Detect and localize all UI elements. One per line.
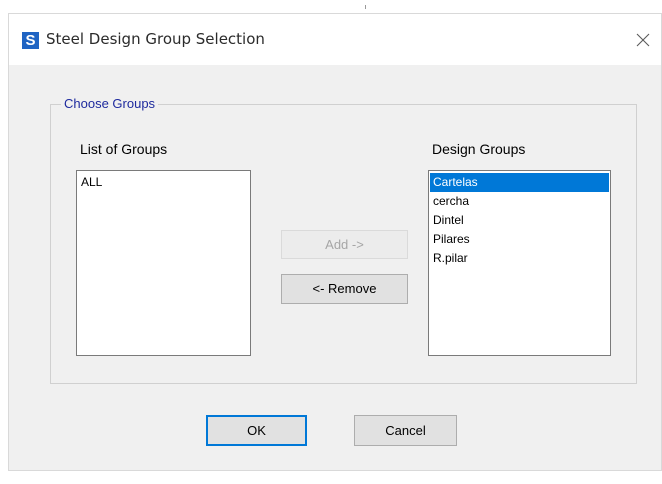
list-item-selected[interactable]: Cartelas (430, 173, 609, 192)
title-bar[interactable]: S Steel Design Group Selection (9, 14, 661, 65)
list-item[interactable]: Pilares (430, 230, 609, 249)
dialog-title: Steel Design Group Selection (46, 30, 265, 48)
background-divider (365, 5, 366, 9)
design-groups-listbox[interactable]: Cartelas cercha Dintel Pilares R.pilar (428, 170, 611, 356)
app-icon: S (22, 32, 39, 49)
design-groups-label: Design Groups (432, 141, 526, 157)
list-of-groups-listbox[interactable]: ALL (76, 170, 251, 356)
choose-groups-legend: Choose Groups (61, 96, 159, 111)
ok-button[interactable]: OK (206, 415, 307, 446)
list-item[interactable]: R.pilar (430, 249, 609, 268)
cancel-button[interactable]: Cancel (354, 415, 457, 446)
list-of-groups-label: List of Groups (80, 141, 168, 157)
add-button[interactable]: Add -> (281, 230, 408, 259)
close-icon (636, 33, 650, 47)
list-item[interactable]: Dintel (430, 211, 609, 230)
list-item[interactable]: cercha (430, 192, 609, 211)
list-item[interactable]: ALL (78, 173, 249, 192)
steel-design-group-selection-dialog: S Steel Design Group Selection Choose Gr… (8, 13, 662, 471)
remove-button[interactable]: <- Remove (281, 274, 408, 304)
close-button[interactable] (631, 28, 655, 52)
